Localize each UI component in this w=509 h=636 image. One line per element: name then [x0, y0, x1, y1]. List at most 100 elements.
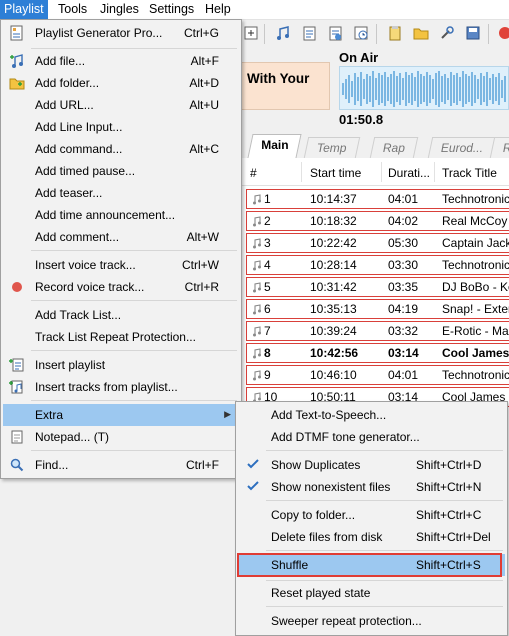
track-type-icon — [253, 326, 261, 337]
tab-eurodance[interactable]: Eurod... — [427, 137, 497, 158]
menu-jingles[interactable]: Jingles — [96, 0, 143, 19]
add-box-icon[interactable] — [242, 24, 260, 42]
column-header-duration[interactable]: Durati... — [388, 166, 430, 180]
menu-item-playlist-generator[interactable]: Playlist Generator Pro... Ctrl+G — [3, 22, 239, 44]
table-row[interactable]: 1 10:14:37 04:01 Technotronic — [246, 189, 509, 209]
tab-rap[interactable]: Rap — [369, 137, 419, 158]
menu-item-delete-files-from-disk[interactable]: Delete files from disk Shift+Ctrl+Del — [238, 526, 505, 548]
on-air-label: On Air — [339, 50, 379, 65]
column-separator[interactable] — [381, 162, 382, 182]
row-track-title: Captain Jack — [442, 236, 509, 250]
menu-playlist[interactable]: Playlist — [0, 0, 48, 19]
schedule-icon[interactable] — [352, 24, 370, 42]
menu-help[interactable]: Help — [201, 0, 235, 19]
menu-item-add-line-input[interactable]: Add Line Input... — [3, 116, 239, 138]
menu-item-add-teaser[interactable]: Add teaser... — [3, 182, 239, 204]
column-header-number[interactable]: # — [250, 166, 257, 180]
row-start-time: 10:31:42 — [310, 280, 357, 294]
column-separator[interactable] — [434, 162, 435, 182]
row-duration: 04:01 — [388, 192, 419, 206]
menu-item-add-file[interactable]: Add file... Alt+F — [3, 50, 239, 72]
row-start-time: 10:14:37 — [310, 192, 357, 206]
table-row[interactable]: 6 10:35:13 04:19 Snap! - Exter — [246, 299, 509, 319]
menu-item-reset-played-state[interactable]: Reset played state — [238, 582, 505, 604]
menu-item-add-folder[interactable]: Add folder... Alt+D — [3, 72, 239, 94]
tab-label: Main — [261, 138, 289, 152]
tools-icon[interactable] — [438, 24, 456, 42]
row-number: 6 — [264, 302, 271, 316]
menu-tools[interactable]: Tools — [54, 0, 91, 19]
add-list-icon[interactable] — [300, 24, 318, 42]
menu-item-show-nonexistent-files[interactable]: Show nonexistent files Shift+Ctrl+N — [238, 476, 505, 498]
table-row[interactable]: 2 10:18:32 04:02 Real McCoy - — [246, 211, 509, 231]
folder-icon[interactable] — [412, 24, 430, 42]
menu-item-label: Delete files from disk — [271, 530, 383, 544]
table-row[interactable]: 8 10:42:56 03:14 Cool James & — [246, 343, 509, 363]
menu-item-add-url[interactable]: Add URL... Alt+U — [3, 94, 239, 116]
row-number: 1 — [264, 192, 271, 206]
row-track-title: Technotronic — [442, 368, 509, 382]
menu-bar: Playlist Tools Jingles Settings Help — [0, 0, 509, 20]
waveform-graphic — [342, 71, 506, 107]
record-icon[interactable] — [496, 24, 509, 42]
row-number: 4 — [264, 258, 271, 272]
menu-item-add-track-list[interactable]: Add Track List... — [3, 304, 239, 326]
menu-item-add-text-to-speech[interactable]: Add Text-to-Speech... — [238, 404, 505, 426]
menu-item-shortcut: Ctrl+G — [183, 26, 219, 40]
checkmark-icon — [247, 481, 259, 491]
menu-item-shortcut: Shift+Ctrl+D — [416, 458, 482, 472]
row-duration: 04:01 — [388, 368, 419, 382]
menu-item-label: Add folder... — [35, 76, 100, 90]
disk-icon[interactable] — [464, 24, 482, 42]
row-duration: 03:32 — [388, 324, 419, 338]
clipboard-icon[interactable] — [386, 24, 404, 42]
menu-item-add-timed-pause[interactable]: Add timed pause... — [3, 160, 239, 182]
menu-item-insert-voice-track[interactable]: Insert voice track... Ctrl+W — [3, 254, 239, 276]
menu-item-extra[interactable]: Extra ▶ — [3, 404, 239, 426]
row-start-time: 10:18:32 — [310, 214, 357, 228]
tab-main[interactable]: Main — [247, 134, 302, 158]
menu-item-add-command[interactable]: Add command... Alt+C — [3, 138, 239, 160]
add-music-icon[interactable] — [274, 24, 292, 42]
menu-item-show-duplicates[interactable]: Show Duplicates Shift+Ctrl+D — [238, 454, 505, 476]
table-row[interactable]: 3 10:22:42 05:30 Captain Jack — [246, 233, 509, 253]
column-header-track-title[interactable]: Track Title — [442, 166, 497, 180]
tab-label: Temp — [316, 141, 347, 155]
menu-item-shortcut: Alt+C — [189, 142, 219, 156]
row-track-title: Real McCoy - — [442, 214, 509, 228]
tab-label: R — [502, 141, 509, 155]
menu-item-copy-to-folder[interactable]: Copy to folder... Shift+Ctrl+C — [238, 504, 505, 526]
insert-list-icon[interactable] — [326, 24, 344, 42]
playlist-tabs: Temp Rap Eurod... R Main — [240, 134, 509, 158]
menu-item-add-time-announcement[interactable]: Add time announcement... — [3, 204, 239, 226]
menu-item-notepad[interactable]: Notepad... (T) — [3, 426, 239, 448]
menu-item-label: Show nonexistent files — [271, 480, 391, 494]
menu-item-track-list-repeat-protection[interactable]: Track List Repeat Protection... — [3, 326, 239, 348]
column-header-start-time[interactable]: Start time — [310, 166, 361, 180]
menu-settings[interactable]: Settings — [145, 0, 198, 19]
menu-item-insert-playlist[interactable]: Insert playlist — [3, 354, 239, 376]
tab-temp[interactable]: Temp — [303, 137, 360, 158]
column-separator[interactable] — [301, 162, 302, 182]
menu-item-add-dtmf-tone-generator[interactable]: Add DTMF tone generator... — [238, 426, 505, 448]
menu-item-sweeper-repeat-protection[interactable]: Sweeper repeat protection... — [238, 610, 505, 632]
menu-item-label: Add comment... — [35, 230, 120, 244]
track-type-icon — [253, 238, 261, 249]
table-row[interactable]: 9 10:46:10 04:01 Technotronic — [246, 365, 509, 385]
checkmark-icon — [247, 459, 259, 469]
row-track-title: Cool James & — [442, 346, 509, 360]
table-row[interactable]: 7 10:39:24 03:32 E-Rotic - Max — [246, 321, 509, 341]
row-start-time: 10:39:24 — [310, 324, 357, 338]
menu-item-label: Track List Repeat Protection... — [35, 330, 196, 344]
waveform-display[interactable] — [339, 66, 509, 110]
menu-item-find[interactable]: Find... Ctrl+F — [3, 454, 239, 476]
menu-item-label: Playlist Generator Pro... — [35, 26, 163, 40]
menu-item-insert-tracks-from-playlist[interactable]: Insert tracks from playlist... — [3, 376, 239, 398]
table-row[interactable]: 4 10:28:14 03:30 Technotronic — [246, 255, 509, 275]
menu-item-add-comment[interactable]: Add comment... Alt+W — [3, 226, 239, 248]
tab-more[interactable]: R — [489, 137, 509, 158]
row-start-time: 10:28:14 — [310, 258, 357, 272]
menu-item-record-voice-track[interactable]: Record voice track... Ctrl+R — [3, 276, 239, 298]
menu-separator — [31, 250, 237, 251]
table-row[interactable]: 5 10:31:42 03:35 DJ BoBo - Ke — [246, 277, 509, 297]
